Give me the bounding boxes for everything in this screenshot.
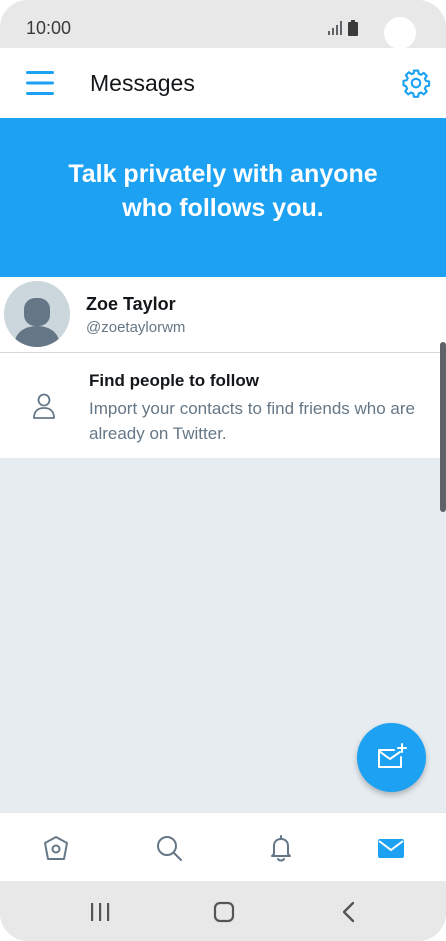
default-avatar-icon bbox=[14, 298, 60, 347]
home-button-icon[interactable] bbox=[204, 899, 244, 925]
mail-icon bbox=[378, 839, 404, 858]
menu-icon[interactable] bbox=[26, 70, 54, 96]
gear-icon[interactable] bbox=[401, 68, 431, 98]
bottom-tab-bar bbox=[0, 812, 446, 881]
new-message-button[interactable] bbox=[357, 723, 426, 792]
recent-apps-icon[interactable] bbox=[80, 899, 120, 925]
banner-text: Talk privately with anyone who follows y… bbox=[68, 159, 378, 222]
search-icon bbox=[157, 836, 182, 861]
system-navigation-bar bbox=[0, 881, 446, 941]
find-people-description: Import your contacts to find friends who… bbox=[89, 399, 415, 443]
find-people-row[interactable]: Find people to follow Import your contac… bbox=[0, 353, 446, 458]
signal-icon bbox=[328, 21, 342, 35]
avatar bbox=[4, 281, 70, 347]
compose-mail-icon bbox=[378, 743, 407, 768]
tab-search[interactable] bbox=[133, 813, 203, 882]
tab-notifications[interactable] bbox=[245, 813, 315, 882]
contact-name: Zoe Taylor bbox=[86, 294, 176, 314]
contact-row[interactable]: Zoe Taylor @zoetaylorwm bbox=[0, 277, 446, 353]
camera-cutout bbox=[384, 17, 416, 49]
page-title: Messages bbox=[90, 70, 195, 96]
scrollbar-handle[interactable] bbox=[440, 342, 446, 512]
private-messages-banner: Talk privately with anyone who follows y… bbox=[0, 118, 446, 277]
home-icon bbox=[44, 836, 68, 860]
status-time: 10:00 bbox=[26, 18, 72, 38]
bell-icon bbox=[271, 835, 291, 862]
find-people-title: Find people to follow bbox=[89, 371, 259, 390]
status-bar: 10:00 bbox=[0, 0, 446, 49]
tab-home[interactable] bbox=[20, 813, 90, 882]
tab-messages[interactable] bbox=[355, 813, 425, 882]
battery-icon bbox=[348, 20, 358, 36]
phone-screen: 10:00 Messages Talk privately with anyon… bbox=[0, 0, 446, 941]
app-bar: Messages bbox=[0, 48, 446, 118]
person-icon bbox=[33, 393, 55, 419]
back-icon[interactable] bbox=[329, 899, 369, 925]
contact-handle: @zoetaylorwm bbox=[86, 319, 186, 336]
